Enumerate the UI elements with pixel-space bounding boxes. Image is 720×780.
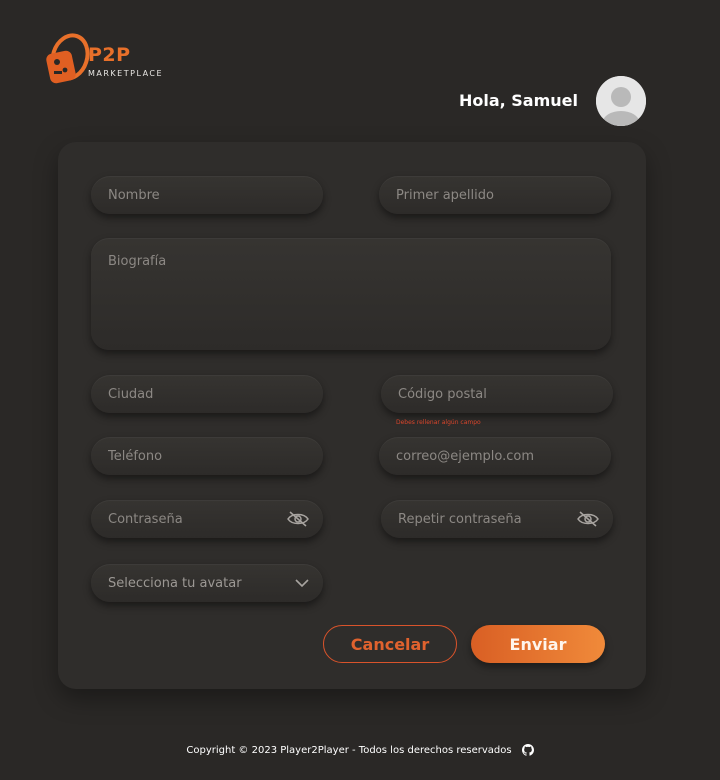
codigo-postal-field[interactable] xyxy=(381,375,613,413)
gamepad-logo-icon xyxy=(46,33,90,84)
correo-field[interactable] xyxy=(379,437,611,475)
brand-logo[interactable]: P2P MARKETPLACE xyxy=(44,30,174,88)
apellido-field[interactable] xyxy=(379,176,611,214)
user-avatar-icon xyxy=(596,76,646,126)
biografia-field[interactable] xyxy=(91,238,611,350)
copyright-text: Copyright © 2023 Player2Player - Todos l… xyxy=(186,744,512,756)
avatar-select-label: Selecciona tu avatar xyxy=(108,575,242,591)
codigo-postal-input[interactable] xyxy=(398,386,599,402)
biografia-textarea[interactable] xyxy=(108,254,597,334)
send-button[interactable]: Enviar xyxy=(471,625,605,663)
nombre-input[interactable] xyxy=(108,187,309,203)
telefono-field[interactable] xyxy=(91,437,323,475)
ciudad-input[interactable] xyxy=(108,386,309,402)
apellido-input[interactable] xyxy=(396,187,597,203)
eye-off-icon[interactable] xyxy=(287,511,309,527)
github-icon[interactable] xyxy=(521,744,534,756)
contrasena-field[interactable] xyxy=(91,500,323,538)
repetir-contrasena-field[interactable] xyxy=(381,500,613,538)
ciudad-field[interactable] xyxy=(91,375,323,413)
repetir-contrasena-input[interactable] xyxy=(398,511,577,527)
eye-off-icon[interactable] xyxy=(577,511,599,527)
user-avatar[interactable] xyxy=(596,76,646,126)
brand-subtitle: MARKETPLACE xyxy=(88,69,164,78)
avatar-select[interactable]: Selecciona tu avatar xyxy=(91,564,323,602)
page: P2P MARKETPLACE Hola, Samuel Debes relle… xyxy=(0,0,720,780)
brand-title: P2P xyxy=(88,44,131,66)
user-greeting: Hola, Samuel xyxy=(458,91,578,110)
cancel-button[interactable]: Cancelar xyxy=(323,625,457,663)
chevron-down-icon xyxy=(295,579,309,588)
correo-input[interactable] xyxy=(396,448,597,464)
codigo-postal-error: Debes rellenar algún campo xyxy=(396,419,481,426)
contrasena-input[interactable] xyxy=(108,511,287,527)
profile-form-card xyxy=(58,142,646,689)
nombre-field[interactable] xyxy=(91,176,323,214)
telefono-input[interactable] xyxy=(108,448,309,464)
footer: Copyright © 2023 Player2Player - Todos l… xyxy=(0,744,720,756)
